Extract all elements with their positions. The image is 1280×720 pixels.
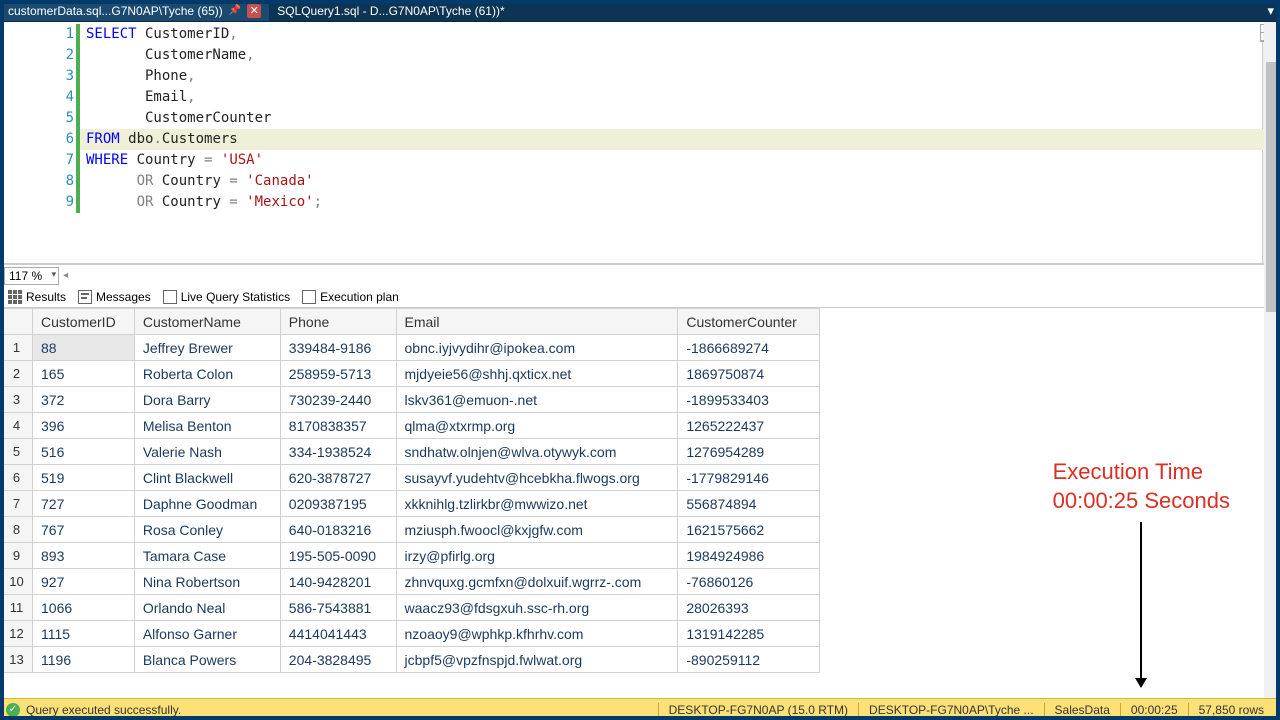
table-row[interactable]: 8767Rosa Conley640-0183216mziusph.fwoocl… — [1, 517, 820, 543]
tab-label: customerData.sql...G7N0AP\Tyche (65)) — [8, 4, 223, 18]
tab-customerdata[interactable]: customerData.sql...G7N0AP\Tyche (65)) 📌 … — [0, 0, 269, 21]
stats-icon — [163, 290, 177, 304]
pin-icon[interactable]: 📌 — [229, 5, 241, 16]
plan-icon — [302, 290, 316, 304]
tab-live-stats[interactable]: Live Query Statistics — [163, 290, 290, 304]
table-row[interactable]: 6519Clint Blackwell620-3878727susayvf.yu… — [1, 465, 820, 491]
close-icon[interactable]: ✕ — [247, 4, 261, 18]
annotation-arrow — [1140, 522, 1142, 682]
table-row[interactable]: 2165Roberta Colon258959-5713mjdyeie56@sh… — [1, 361, 820, 387]
table-row[interactable]: 121115Alfonso Garner4414041443nzoaoy9@wp… — [1, 621, 820, 647]
col-header[interactable]: Email — [396, 309, 678, 335]
tab-bar: customerData.sql...G7N0AP\Tyche (65)) 📌 … — [0, 0, 1280, 22]
status-rows: 57,850 rows — [1188, 703, 1274, 717]
col-header[interactable]: CustomerName — [134, 309, 280, 335]
editor-zoom-bar: 117 % ◂ ▸ — [0, 264, 1280, 286]
tab-sqlquery1[interactable]: SQLQuery1.sql - D...G7N0AP\Tyche (61))* — [269, 0, 512, 21]
table-row[interactable]: 5516Valerie Nash334-1938524sndhatw.olnje… — [1, 439, 820, 465]
annotation-text: Execution Time 00:00:25 Seconds — [1053, 458, 1230, 515]
table-row[interactable]: 4396Melisa Benton8170838357qlma@xtxrmp.o… — [1, 413, 820, 439]
line-gutter: 123456789 — [0, 22, 80, 263]
table-row[interactable]: 9893Tamara Case195-505-0090irzy@pfirlg.o… — [1, 543, 820, 569]
col-header[interactable]: Phone — [280, 309, 396, 335]
sql-editor: 123456789 SELECT CustomerID, CustomerNam… — [0, 22, 1280, 264]
tab-execution-plan[interactable]: Execution plan — [302, 290, 399, 304]
table-row[interactable]: 7727Daphne Goodman0209387195xkknihlg.tzl… — [1, 491, 820, 517]
table-row[interactable]: 131196Blanca Powers204-3828495jcbpf5@vpz… — [1, 647, 820, 673]
code-area[interactable]: SELECT CustomerID, CustomerName, Phone, … — [80, 22, 1280, 263]
status-bar: ✓ Query executed successfully. DESKTOP-F… — [0, 698, 1280, 720]
table-row[interactable]: 3372Dora Barry730239-2440lskv361@emuon-.… — [1, 387, 820, 413]
table-row[interactable]: 10927Nina Robertson140-9428201zhnvquxg.g… — [1, 569, 820, 595]
success-icon: ✓ — [6, 703, 20, 717]
status-connection: DESKTOP-FG7N0AP\Tyche ... — [858, 703, 1044, 717]
annotation-arrow-head — [1135, 678, 1147, 688]
status-message: Query executed successfully. — [26, 703, 181, 717]
status-database: SalesData — [1044, 703, 1120, 717]
status-server: DESKTOP-FG7N0AP (15.0 RTM) — [658, 703, 858, 717]
status-time: 00:00:25 — [1120, 703, 1188, 717]
tab-results[interactable]: Results — [8, 290, 66, 304]
zoom-combo[interactable]: 117 % — [4, 267, 59, 285]
col-header[interactable]: CustomerCounter — [678, 309, 820, 335]
messages-icon — [78, 290, 92, 304]
tab-messages[interactable]: Messages — [78, 290, 151, 304]
tab-overflow-dropdown[interactable]: ▾ — [1261, 0, 1280, 21]
grid-icon — [8, 290, 22, 304]
scroll-left-icon[interactable]: ◂ — [63, 270, 68, 281]
window-scrollbar[interactable] — [1264, 22, 1280, 702]
results-tab-bar: Results Messages Live Query Statistics E… — [0, 286, 1280, 308]
table-row[interactable]: 111066Orlando Neal586-7543881waacz93@fds… — [1, 595, 820, 621]
col-header[interactable]: CustomerID — [33, 309, 135, 335]
results-grid[interactable]: CustomerIDCustomerNamePhoneEmailCustomer… — [0, 308, 820, 673]
table-row[interactable]: 188Jeffrey Brewer339484-9186obnc.iyjvydi… — [1, 335, 820, 361]
tab-label: SQLQuery1.sql - D...G7N0AP\Tyche (61))* — [277, 4, 504, 18]
